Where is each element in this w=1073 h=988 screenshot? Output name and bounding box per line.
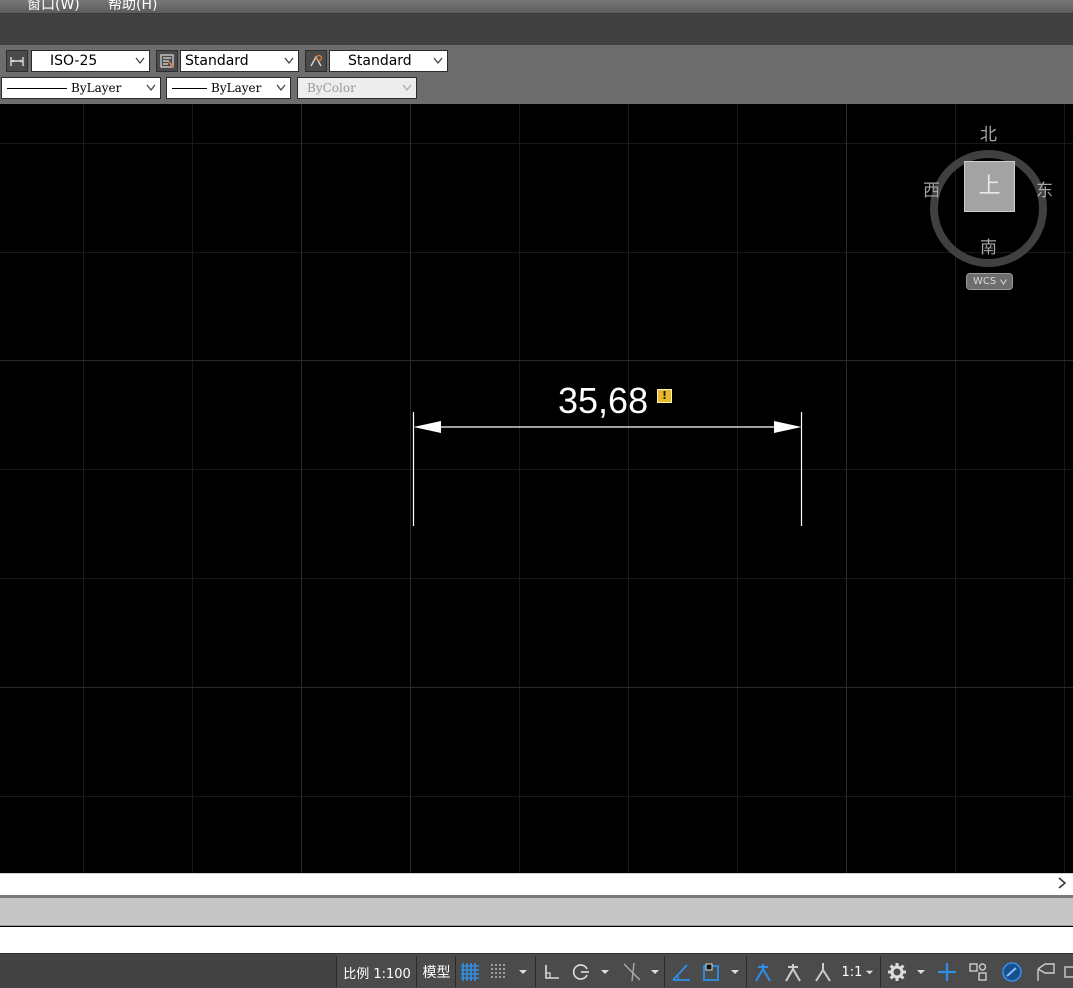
status-bar: 比例 1:100 模型 1:1 [0, 953, 1073, 988]
menu-help[interactable]: 帮助(H) [108, 0, 157, 13]
dim-style-combo[interactable]: ISO-25 [31, 50, 150, 72]
wcs-menu[interactable]: WCS [966, 273, 1013, 290]
model-button[interactable]: 模型 [419, 958, 454, 986]
gear-icon[interactable] [884, 958, 910, 986]
customize-icon[interactable] [1062, 958, 1073, 986]
annotation-visibility-icon[interactable] [750, 958, 776, 986]
arrowhead-right [774, 421, 802, 433]
linear-dimension[interactable] [0, 104, 1073, 873]
plot-style-combo: ByColor [297, 77, 417, 99]
menu-window[interactable]: 窗口(W) [27, 0, 80, 13]
compass-west[interactable]: 西 [923, 176, 940, 201]
menu-bar: 窗口(W) 帮助(H) [0, 0, 1073, 14]
text-style-combo[interactable]: Standard [180, 50, 299, 72]
chevron-down-icon[interactable] [730, 958, 740, 986]
lineweight-combo[interactable]: ByLayer [166, 77, 291, 99]
annotation-icon[interactable] [810, 958, 836, 986]
dim-style-icon[interactable] [6, 50, 28, 72]
chevron-down-icon[interactable] [518, 958, 528, 986]
ribbon-strip [0, 14, 1073, 45]
warning-badge-icon[interactable]: ! [657, 389, 672, 403]
drawing-canvas[interactable]: 上 北 南 东 西 WCS [0, 104, 1073, 873]
workspace-icon[interactable] [964, 958, 992, 986]
linetype-preview [7, 88, 67, 89]
wcs-label: WCS [973, 276, 997, 287]
chevron-down-icon[interactable] [650, 958, 660, 986]
viewcube-top-face[interactable]: 上 [964, 161, 1015, 212]
command-history [0, 898, 1073, 926]
compass-north[interactable]: 北 [980, 120, 997, 145]
polar-icon[interactable] [568, 958, 594, 986]
text-style-icon[interactable] [156, 50, 178, 72]
otrack-icon[interactable] [668, 958, 694, 986]
annotation-scale[interactable]: 1:1 [840, 958, 876, 986]
autoscale-icon[interactable] [780, 958, 806, 986]
isolate-objects-icon[interactable] [1032, 958, 1060, 986]
snap-icon[interactable] [486, 958, 512, 986]
table-style-combo[interactable]: Standard [329, 50, 448, 72]
layout-tabs-bar[interactable] [0, 873, 1073, 895]
osnap-icon[interactable] [698, 958, 724, 986]
chevron-down-icon [1000, 279, 1007, 285]
plus-icon[interactable] [934, 958, 960, 986]
compass-east[interactable]: 东 [1036, 176, 1053, 201]
scale-indicator[interactable]: 比例 1:100 [340, 958, 414, 986]
table-style-icon[interactable] [305, 50, 327, 72]
status-bar-blank [0, 954, 336, 988]
viewcube[interactable]: 上 北 南 东 西 WCS [920, 118, 1060, 298]
command-input[interactable] [0, 927, 1073, 953]
isodraft-icon[interactable] [618, 958, 646, 986]
grid-icon[interactable] [458, 958, 482, 986]
lineweight-preview [172, 88, 207, 89]
dimension-text[interactable]: 35,68 [558, 380, 648, 422]
chevron-down-icon[interactable] [600, 958, 610, 986]
properties-toolbar: ISO-25 Standard Standard ByLayer ByLayer… [0, 45, 1073, 104]
compass-south[interactable]: 南 [980, 233, 997, 258]
ortho-icon[interactable] [540, 958, 564, 986]
chevron-right-icon[interactable] [1057, 877, 1067, 893]
chevron-down-icon[interactable] [916, 958, 926, 986]
hardware-accel-icon[interactable] [998, 958, 1026, 986]
arrowhead-left [413, 421, 441, 433]
linetype-combo[interactable]: ByLayer [1, 77, 161, 99]
